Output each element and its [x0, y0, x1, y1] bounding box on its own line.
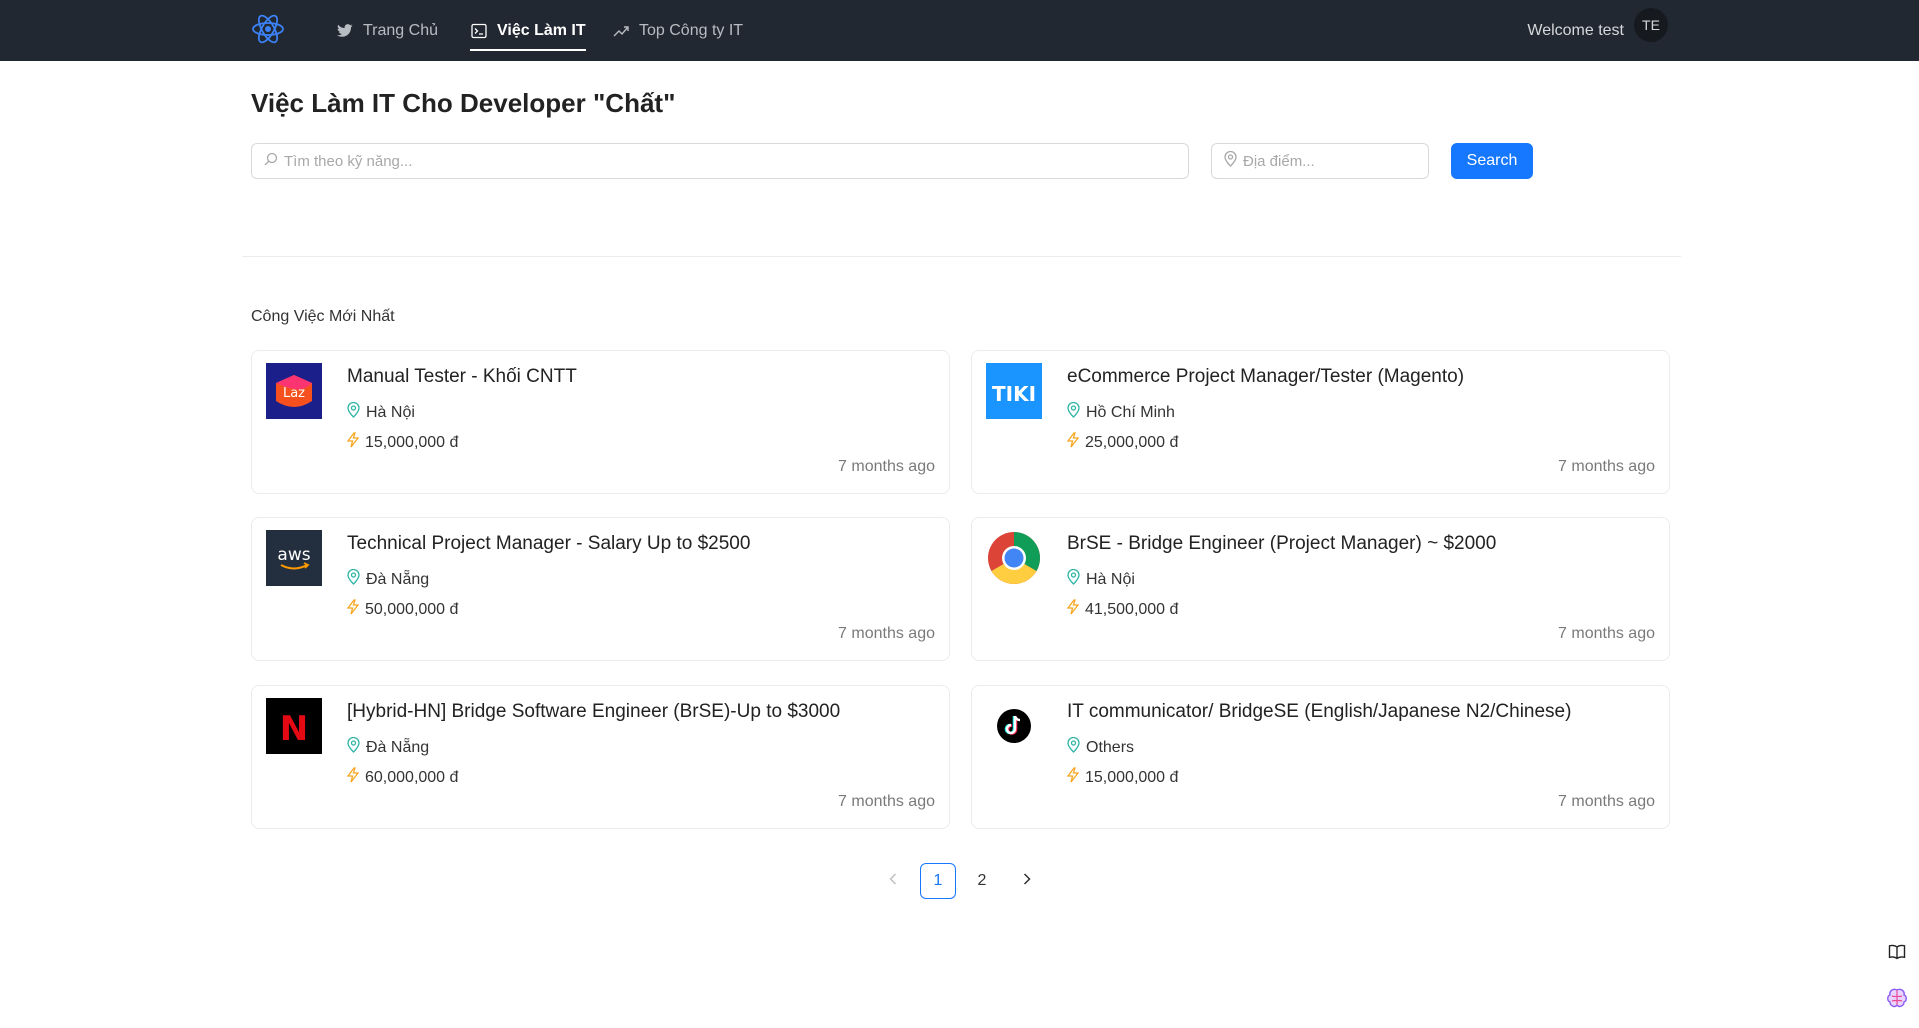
section-title: Công Việc Mới Nhất — [251, 308, 395, 325]
location-pin-icon — [347, 736, 360, 758]
section-divider — [242, 256, 1681, 257]
brain-assistant-icon[interactable] — [1879, 980, 1915, 1016]
lightning-icon — [1066, 599, 1080, 620]
job-title[interactable]: [Hybrid-HN] Bridge Software Engineer (Br… — [347, 701, 840, 723]
company-logo-tiktok — [986, 698, 1042, 754]
job-location-text: Hà Nội — [366, 403, 415, 421]
pagination-page-2[interactable]: 2 — [964, 863, 1000, 899]
job-posted-time: 7 months ago — [1558, 458, 1655, 475]
top-nav-bar: Trang Chủ Việc Làm IT Top Công ty IT Wel… — [0, 0, 1919, 61]
company-logo-netflix: N — [266, 698, 322, 754]
pagination-page-1[interactable]: 1 — [920, 863, 956, 899]
job-card[interactable]: TIKI eCommerce Project Manager/Tester (M… — [971, 350, 1670, 494]
job-salary: 60,000,000 đ — [346, 767, 459, 788]
job-location-text: Others — [1086, 738, 1135, 756]
location-search-input[interactable] — [1243, 152, 1428, 170]
terminal-icon — [470, 22, 487, 39]
lazada-logo-text: Laz — [283, 386, 305, 401]
pagination-next-button[interactable] — [1009, 863, 1045, 899]
location-pin-icon — [1067, 568, 1080, 590]
location-pin-icon — [347, 568, 360, 590]
search-icon — [264, 152, 278, 171]
job-card[interactable]: Laz Manual Tester - Khối CNTT Hà Nội 15,… — [251, 350, 950, 494]
job-title[interactable]: BrSE - Bridge Engineer (Project Manager)… — [1067, 533, 1496, 555]
job-salary-text: 50,000,000 đ — [365, 600, 459, 618]
job-location-text: Đà Nẵng — [366, 738, 430, 756]
job-card[interactable]: BrSE - Bridge Engineer (Project Manager)… — [971, 517, 1670, 661]
job-salary-text: 15,000,000 đ — [1085, 768, 1179, 786]
nav-item-home[interactable]: Trang Chủ — [336, 0, 438, 61]
aws-logo-text: aws — [277, 545, 310, 565]
pagination-prev-button[interactable] — [875, 863, 911, 899]
job-salary-text: 41,500,000 đ — [1085, 600, 1179, 618]
job-salary: 50,000,000 đ — [346, 599, 459, 620]
book-icon[interactable] — [1879, 934, 1915, 970]
nav-item-it-jobs[interactable]: Việc Làm IT — [470, 0, 586, 61]
location-pin-icon — [1224, 150, 1237, 172]
location-pin-icon — [1067, 401, 1080, 423]
skill-search-input[interactable] — [284, 152, 1188, 170]
job-salary-text: 60,000,000 đ — [365, 768, 459, 786]
company-logo-chrome — [986, 530, 1042, 586]
job-location: Đà Nẵng — [347, 568, 430, 590]
nav-item-top-companies[interactable]: Top Công ty IT — [612, 0, 743, 61]
job-location-text: Hồ Chí Minh — [1086, 403, 1175, 421]
job-salary: 15,000,000 đ — [1066, 767, 1179, 788]
job-posted-time: 7 months ago — [838, 625, 935, 642]
skill-search-field[interactable] — [251, 143, 1189, 179]
search-button[interactable]: Search — [1451, 143, 1533, 179]
job-posted-time: 7 months ago — [838, 458, 935, 475]
trend-up-icon — [612, 22, 629, 39]
job-card[interactable]: IT communicator/ BridgeSE (English/Japan… — [971, 685, 1670, 829]
tiki-logo-text: TIKI — [992, 382, 1036, 406]
nav-label-top-companies: Top Công ty IT — [639, 21, 744, 39]
lightning-icon — [346, 767, 360, 788]
netflix-logo-text: N — [280, 709, 308, 749]
job-title[interactable]: Technical Project Manager - Salary Up to… — [347, 533, 750, 555]
location-search-field[interactable] — [1211, 143, 1429, 179]
job-card[interactable]: N [Hybrid-HN] Bridge Software Engineer (… — [251, 685, 950, 829]
job-location: Others — [1067, 736, 1135, 758]
job-title[interactable]: Manual Tester - Khối CNTT — [347, 366, 577, 388]
job-posted-time: 7 months ago — [1558, 625, 1655, 642]
job-location-text: Đà Nẵng — [366, 570, 430, 588]
job-salary: 41,500,000 đ — [1066, 599, 1179, 620]
nav-label-it-jobs: Việc Làm IT — [497, 21, 586, 39]
lightning-icon — [346, 599, 360, 620]
job-salary-text: 15,000,000 đ — [365, 433, 459, 451]
company-logo-aws: aws — [266, 530, 322, 586]
job-location: Hồ Chí Minh — [1067, 401, 1175, 423]
nav-label-home: Trang Chủ — [363, 21, 438, 39]
lightning-icon — [1066, 432, 1080, 453]
lightning-icon — [346, 432, 360, 453]
location-pin-icon — [347, 401, 360, 423]
job-posted-time: 7 months ago — [1558, 793, 1655, 810]
job-location: Đà Nẵng — [347, 736, 430, 758]
lightning-icon — [1066, 767, 1080, 788]
job-title[interactable]: eCommerce Project Manager/Tester (Magent… — [1067, 366, 1464, 388]
job-title[interactable]: IT communicator/ BridgeSE (English/Japan… — [1067, 701, 1571, 723]
welcome-text: Welcome test — [1527, 21, 1624, 39]
job-salary: 25,000,000 đ — [1066, 432, 1179, 453]
chevron-right-icon — [1023, 872, 1031, 890]
avatar[interactable]: TE — [1634, 8, 1668, 42]
job-card[interactable]: aws Technical Project Manager - Salary U… — [251, 517, 950, 661]
job-salary-text: 25,000,000 đ — [1085, 433, 1179, 451]
job-location: Hà Nội — [347, 401, 415, 423]
react-logo-icon[interactable] — [249, 10, 287, 48]
job-location: Hà Nội — [1067, 568, 1135, 590]
twitter-bird-icon — [336, 22, 353, 39]
location-pin-icon — [1067, 736, 1080, 758]
company-logo-tiki: TIKI — [986, 363, 1042, 419]
company-logo-lazada: Laz — [266, 363, 322, 419]
page-title: Việc Làm IT Cho Developer "Chất" — [251, 88, 676, 118]
job-salary: 15,000,000 đ — [346, 432, 459, 453]
chevron-left-icon — [889, 872, 897, 890]
job-location-text: Hà Nội — [1086, 570, 1135, 588]
job-posted-time: 7 months ago — [838, 793, 935, 810]
